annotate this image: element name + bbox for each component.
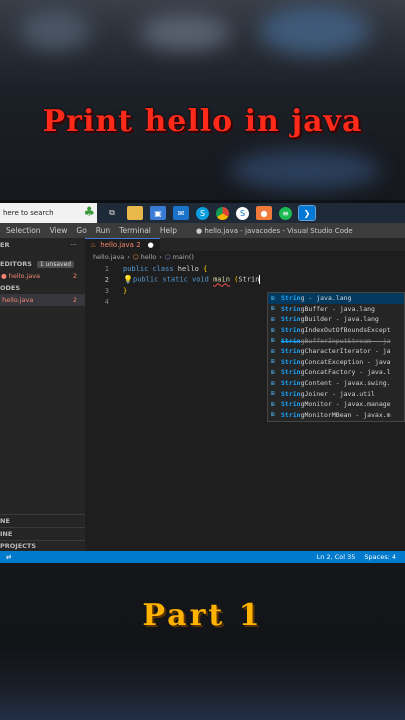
remote-icon[interactable]: ⇄ xyxy=(0,553,11,561)
breadcrumb-method[interactable]: main() xyxy=(173,253,194,261)
suggestion-item[interactable]: ⊞ Strin gMonitorMBean - javax.m xyxy=(268,410,404,421)
class-icon: ⊞ xyxy=(271,400,275,408)
line-number: 3 xyxy=(104,286,109,295)
spotify-icon[interactable]: ≡ xyxy=(279,206,292,220)
breadcrumb-class[interactable]: hello xyxy=(141,253,157,261)
unsaved-dot-icon[interactable]: ● xyxy=(148,241,154,249)
class-icon: ⬡ xyxy=(132,253,139,261)
folder-file-item[interactable]: hello.java 2 xyxy=(0,294,85,306)
class-icon: ⊞ xyxy=(271,368,275,376)
cursor-position[interactable]: Ln 2, Col 35 xyxy=(317,553,356,561)
class-icon: ⊞ xyxy=(271,379,275,387)
suggestion-item[interactable]: ⊞ Strin gCharacterIterator - ja xyxy=(268,346,404,357)
menu-help[interactable]: Help xyxy=(160,226,177,235)
folder-file-name: hello.java xyxy=(2,296,34,304)
mail-icon[interactable]: ✉ xyxy=(173,206,189,220)
blurred-background-bottom xyxy=(0,563,405,720)
suggestion-item[interactable]: ⊞ Strin gConcatFactory - java.l xyxy=(268,367,404,378)
code-line-text: public class hello { xyxy=(123,264,208,273)
vscode-icon[interactable]: ❯ xyxy=(298,205,316,221)
suggestion-item[interactable]: ⊞ Strin gContent - javax.swing. xyxy=(268,378,404,389)
menu-go[interactable]: Go xyxy=(76,226,86,235)
explorer-title: ER xyxy=(0,241,10,249)
windows-taskbar: here to search ♣ ⧉ ▣ ✉ S S ● ≡ ❯ xyxy=(0,203,405,223)
menu-view[interactable]: View xyxy=(50,226,68,235)
open-editor-problem-count: 2 xyxy=(72,272,77,280)
suggestion-item[interactable]: ⊞ Strin gBuilder - java.lang xyxy=(268,314,404,325)
breadcrumb: hello.java › ⬡ hello › ⬡ main() xyxy=(93,253,194,261)
store-icon[interactable]: ▣ xyxy=(150,206,166,220)
line-number: 4 xyxy=(104,297,109,306)
class-icon: ⊞ xyxy=(271,411,275,419)
menu-bar: Selection View Go Run Terminal Help ● he… xyxy=(0,223,405,238)
lightbulb-icon[interactable]: 💡 xyxy=(123,275,133,284)
class-icon: ⊞ xyxy=(271,326,275,334)
explorer-sidebar: ER ··· EDITORS 1 unsaved ● hello.java 2 … xyxy=(0,238,85,551)
class-icon: ⊞ xyxy=(271,358,275,366)
skype-icon[interactable]: S xyxy=(196,206,209,220)
class-icon: ⊞ xyxy=(271,294,275,302)
folder-file-problem-count: 2 xyxy=(72,296,77,304)
indentation-setting[interactable]: Spaces: 4 xyxy=(364,553,396,561)
file-explorer-icon[interactable] xyxy=(127,206,143,220)
suggestion-item[interactable]: ⊞ Strin gJoiner - java.util xyxy=(268,388,404,399)
more-actions-icon[interactable]: ··· xyxy=(71,241,77,249)
class-icon: ⊞ xyxy=(271,315,275,323)
suggestion-item-deprecated[interactable]: ⊞ Strin gBufferInputStream - ja xyxy=(268,335,404,346)
class-icon: ⊞ xyxy=(271,337,275,345)
chrome-icon[interactable] xyxy=(216,206,229,220)
breadcrumb-file[interactable]: hello.java xyxy=(93,253,124,261)
timeline-section[interactable]: INE xyxy=(0,528,12,540)
line-number: 1 xyxy=(104,264,109,273)
code-line: 1 public class hello { xyxy=(85,263,405,274)
outline-section[interactable]: NE xyxy=(0,515,10,527)
method-icon: ⬡ xyxy=(164,253,171,261)
line-number: 2 xyxy=(104,275,109,284)
explorer-header: ER ··· xyxy=(0,238,85,252)
unsaved-badge: 1 unsaved xyxy=(36,260,75,268)
suggestion-item[interactable]: ⊞ Strin gMonitor - javax.manage xyxy=(268,399,404,410)
video-headline: Print hello in java xyxy=(42,104,363,139)
status-bar: ⇄ Ln 2, Col 35 Spaces: 4 xyxy=(0,551,405,563)
clover-icon: ♣ xyxy=(83,205,95,220)
open-editors-section[interactable]: EDITORS 1 unsaved xyxy=(0,258,85,270)
folder-label: ODES xyxy=(0,284,21,292)
suggestion-item[interactable]: ⊞ Strin g - java.lang xyxy=(268,293,404,304)
code-line-text: } xyxy=(123,286,128,295)
open-editors-label: EDITORS xyxy=(0,260,32,268)
paint-icon[interactable]: ● xyxy=(256,206,272,220)
window-title: ● hello.java - javacodes - Visual Studio… xyxy=(196,226,353,235)
class-icon: ⊞ xyxy=(271,347,275,355)
close-dirty-icon[interactable]: ● xyxy=(1,272,9,280)
suggestion-item[interactable]: ⊞ Strin gBuffer - java.lang xyxy=(268,304,404,315)
open-editor-filename: hello.java xyxy=(8,272,41,280)
menu-selection[interactable]: Selection xyxy=(6,226,41,235)
menu-terminal[interactable]: Terminal xyxy=(119,226,151,235)
tab-label: hello.java 2 xyxy=(100,241,141,249)
taskbar-search-placeholder: here to search xyxy=(3,209,54,217)
menu-run[interactable]: Run xyxy=(96,226,110,235)
blurred-background-top xyxy=(0,0,405,200)
code-line-current: 2 💡 public static void main (Strin xyxy=(85,274,405,285)
class-icon: ⊞ xyxy=(271,305,275,313)
task-view-icon[interactable]: ⧉ xyxy=(104,206,120,220)
class-icon: ⊞ xyxy=(271,390,275,398)
autocomplete-suggestions[interactable]: ⊞ Strin g - java.lang ⊞ Strin gBuffer - java… xyxy=(267,292,405,422)
suggestion-item[interactable]: ⊞ Strin gIndexOutOfBoundsExcept xyxy=(268,325,404,336)
suggestion-item[interactable]: ⊞ Strin gConcatException - java xyxy=(268,357,404,368)
editor-tabs: ♨ hello.java 2 ● xyxy=(85,238,405,251)
skype-alt-icon[interactable]: S xyxy=(236,206,249,220)
open-editor-item[interactable]: ● hello.java 2 xyxy=(0,270,85,282)
folder-section[interactable]: ODES xyxy=(0,282,85,294)
code-line-text: public static void main (Strin xyxy=(133,275,261,284)
part-caption: Part 1 xyxy=(142,598,263,633)
taskbar-search-box[interactable]: here to search ♣ xyxy=(0,203,97,223)
tab-hello-java[interactable]: ♨ hello.java 2 ● xyxy=(85,238,160,251)
java-file-icon: ♨ xyxy=(90,241,97,249)
